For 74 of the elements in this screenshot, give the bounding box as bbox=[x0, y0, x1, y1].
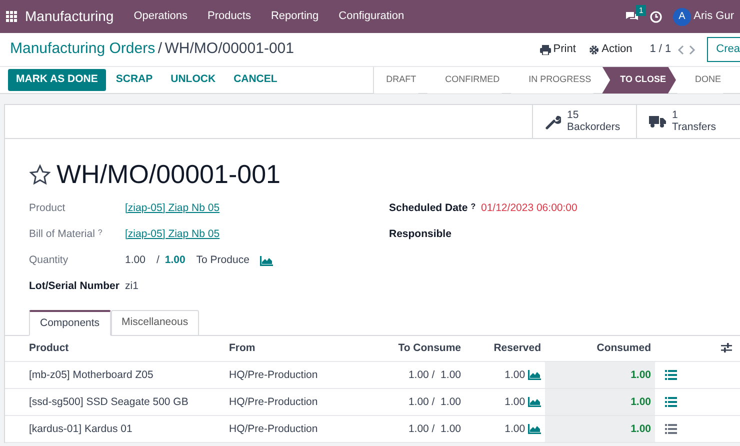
chart-icon[interactable] bbox=[528, 396, 541, 407]
list-icon[interactable] bbox=[665, 424, 677, 434]
user-name[interactable]: Aris Gur bbox=[694, 8, 734, 25]
menu-item[interactable]: Products bbox=[208, 8, 251, 25]
tab[interactable]: Miscellaneous bbox=[110, 310, 200, 336]
table-cell: HQ/Pre-Production bbox=[225, 362, 375, 389]
print-button[interactable]: Print bbox=[538, 40, 577, 59]
chart-icon[interactable] bbox=[528, 424, 541, 434]
breadcrumb-separator: / bbox=[158, 39, 162, 60]
previous-icon[interactable] bbox=[676, 44, 684, 54]
chart-icon[interactable] bbox=[260, 256, 274, 266]
table-cell: 1.00 bbox=[545, 416, 655, 443]
status-step[interactable]: TO CLOSE bbox=[602, 66, 676, 94]
next-icon[interactable] bbox=[689, 44, 696, 54]
table-cell: [kardus-01] Kardus 01 bbox=[5, 416, 225, 443]
pager-value: 1 / 1 bbox=[650, 42, 672, 58]
menu-item[interactable]: Reporting bbox=[270, 8, 319, 25]
table-cell: 1.00 bbox=[504, 368, 526, 381]
table-cell: 1.00 bbox=[545, 362, 655, 389]
field-value[interactable]: [ziap-05] Ziap Nb 05 bbox=[125, 226, 220, 243]
chart-icon[interactable] bbox=[528, 370, 541, 380]
menu-item[interactable]: Configuration bbox=[338, 8, 404, 25]
quantity-target: 1.00 bbox=[164, 252, 186, 268]
action-button[interactable]: Action bbox=[588, 40, 634, 59]
printer-icon bbox=[540, 44, 551, 54]
message-count-badge: 1 bbox=[636, 4, 646, 16]
record-name: WH/MO/00001-001 bbox=[164, 39, 294, 60]
field-label: Responsible bbox=[389, 226, 452, 242]
field-value: 01/12/2023 06:00:00 bbox=[481, 200, 578, 216]
star-icon[interactable] bbox=[29, 164, 51, 186]
field-label: Quantity bbox=[29, 252, 70, 268]
app-name[interactable]: Manufacturing bbox=[25, 6, 114, 27]
action-button[interactable]: UNLOCK bbox=[162, 69, 224, 91]
column-settings-icon[interactable] bbox=[721, 343, 732, 354]
menu-item[interactable]: Operations bbox=[134, 8, 188, 25]
avatar[interactable]: A bbox=[672, 8, 691, 26]
list-icon[interactable] bbox=[665, 370, 677, 380]
breadcrumb-link[interactable]: Manufacturing Orders bbox=[10, 38, 156, 61]
action-button[interactable]: MARK AS DONE bbox=[8, 69, 106, 91]
table-cell: [mb-z05] Motherboard Z05 bbox=[5, 362, 225, 389]
table-cell: 1.00 bbox=[504, 422, 526, 435]
record-title: WH/MO/00001-001 bbox=[56, 159, 280, 190]
list-icon[interactable] bbox=[665, 396, 677, 407]
field-value: zi1 bbox=[125, 278, 138, 294]
apps-menu-icon[interactable] bbox=[6, 11, 17, 22]
table-cell: 1.00 / 1.00 bbox=[375, 388, 465, 416]
field-value[interactable]: [ziap-05] Ziap Nb 05 bbox=[125, 200, 220, 217]
column-header: To Consume bbox=[375, 336, 465, 362]
field-label: Bill of Material ? bbox=[29, 226, 104, 242]
chat-icon[interactable] bbox=[624, 10, 639, 22]
table-cell: 1.00 / 1.00 bbox=[375, 416, 465, 443]
field-label: Product bbox=[29, 200, 66, 216]
table-cell: HQ/Pre-Production bbox=[225, 416, 375, 443]
column-header: Reserved bbox=[465, 336, 545, 362]
table-cell: [ssd-sg500] SSD Seagate 500 GB bbox=[5, 388, 225, 416]
quantity-value: 1.00 bbox=[125, 252, 146, 268]
clock-icon[interactable] bbox=[650, 10, 662, 22]
table-cell: 1.00 bbox=[545, 388, 655, 416]
field-label: Lot/Serial Number bbox=[29, 278, 120, 294]
unit-label: To Produce bbox=[196, 252, 250, 268]
gear-icon bbox=[588, 44, 599, 54]
table-cell: 1.00 / 1.00 bbox=[375, 362, 465, 389]
tab[interactable]: Components bbox=[29, 310, 111, 336]
action-button[interactable]: SCRAP bbox=[108, 69, 161, 91]
quantity-separator: / bbox=[156, 252, 160, 268]
column-header: From bbox=[225, 336, 375, 362]
column-header: Product bbox=[5, 336, 225, 362]
field-label: Scheduled Date ? bbox=[389, 200, 477, 216]
truck-icon bbox=[649, 115, 666, 128]
create-button[interactable]: Crea bbox=[707, 37, 740, 62]
table-cell: 1.00 bbox=[504, 396, 526, 408]
table-cell: HQ/Pre-Production bbox=[225, 388, 375, 416]
action-button[interactable]: CANCEL bbox=[226, 69, 286, 91]
wrench-icon bbox=[545, 114, 561, 130]
